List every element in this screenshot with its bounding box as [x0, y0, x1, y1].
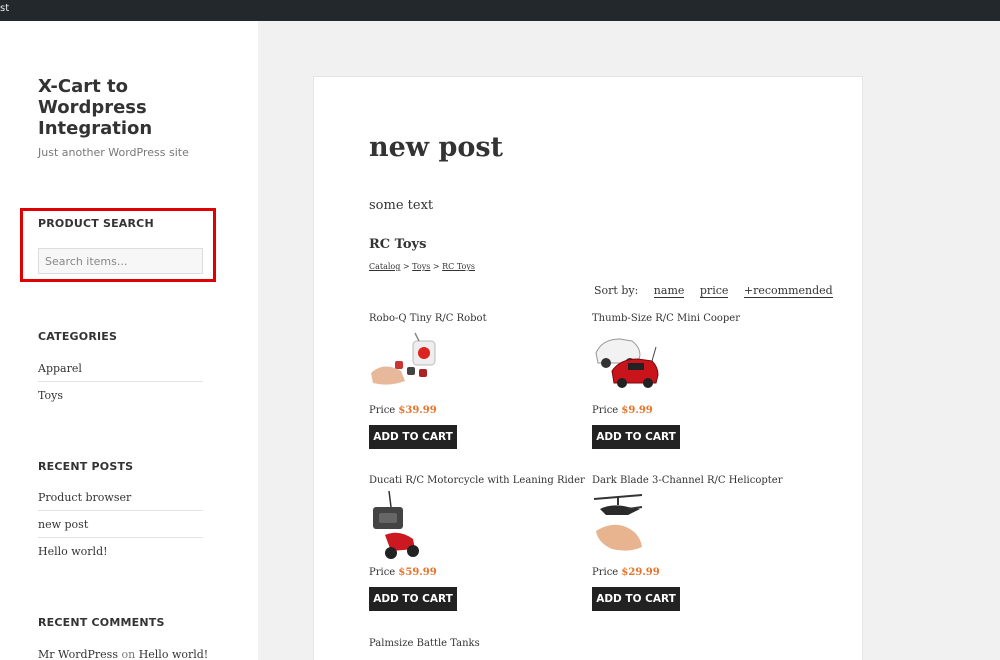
product-price: Price $9.99: [592, 405, 653, 416]
breadcrumb-separator: >: [402, 262, 410, 271]
price-label: Price: [369, 405, 396, 416]
breadcrumb-separator: >: [432, 262, 440, 271]
robot-toy-image[interactable]: [369, 331, 439, 391]
list-item[interactable]: new post: [38, 511, 203, 538]
price-value: $39.99: [398, 405, 437, 416]
product-name[interactable]: Palmsize Battle Tanks: [369, 638, 579, 649]
add-to-cart-button[interactable]: ADD TO CART: [369, 425, 457, 449]
product-price: Price $39.99: [369, 405, 437, 416]
sidebar: X-Cart to Wordpress Integration Just ano…: [0, 21, 258, 660]
recent-comments-title: RECENT COMMENTS: [38, 616, 165, 629]
list-item[interactable]: Toys: [38, 382, 203, 409]
motorcycle-toy-image[interactable]: [369, 491, 421, 561]
product-card: Robo-Q Tiny R/C Robot Price $39.99 ADD T…: [369, 313, 579, 449]
post-link[interactable]: Product browser: [38, 491, 131, 504]
categories-title: CATEGORIES: [38, 330, 118, 343]
sort-name[interactable]: name: [653, 284, 685, 298]
price-label: Price: [369, 567, 396, 578]
category-link-toys[interactable]: Toys: [38, 389, 63, 402]
site-title[interactable]: X-Cart to Wordpress Integration: [38, 76, 218, 139]
recent-posts-list: Product browser new post Hello world!: [38, 484, 203, 565]
product-search-title: PRODUCT SEARCH: [38, 217, 154, 230]
product-card: Dark Blade 3-Channel R/C Helicopter Pric…: [592, 475, 802, 611]
recent-comment: Mr WordPress on Hello world!: [38, 648, 208, 660]
comment-author[interactable]: Mr WordPress: [38, 648, 118, 660]
post-link[interactable]: Hello world!: [38, 545, 108, 558]
sort-recommended[interactable]: +recommended: [743, 284, 833, 298]
price-label: Price: [592, 405, 619, 416]
product-card: Thumb-Size R/C Mini Cooper Price $9.99 A…: [592, 313, 802, 449]
sort-price[interactable]: price: [699, 284, 729, 298]
breadcrumb-rc-toys[interactable]: RC Toys: [442, 262, 475, 271]
add-to-cart-button[interactable]: ADD TO CART: [592, 425, 680, 449]
product-card: Palmsize Battle Tanks: [369, 638, 579, 649]
add-to-cart-button[interactable]: ADD TO CART: [592, 587, 680, 611]
post-content: new post some text RC Toys Catalog > Toy…: [313, 76, 863, 660]
product-name[interactable]: Thumb-Size R/C Mini Cooper: [592, 313, 802, 324]
post-title: new post: [369, 132, 504, 163]
sort-bar: Sort by: name price +recommended: [594, 284, 833, 298]
post-text: some text: [369, 198, 434, 213]
recent-posts-title: RECENT POSTS: [38, 460, 134, 473]
price-value: $9.99: [621, 405, 653, 416]
sort-label: Sort by:: [594, 284, 639, 297]
comment-post-link[interactable]: Hello world!: [139, 648, 209, 660]
site-description: Just another WordPress site: [38, 146, 189, 159]
breadcrumb-catalog[interactable]: Catalog: [369, 262, 400, 271]
add-to-cart-button[interactable]: ADD TO CART: [369, 587, 457, 611]
categories-list: Apparel Toys: [38, 355, 203, 409]
admin-bar-text: st: [0, 3, 10, 14]
list-item[interactable]: Hello world!: [38, 538, 203, 565]
comment-on: on: [121, 648, 136, 660]
product-card: Ducati R/C Motorcycle with Leaning Rider…: [369, 475, 585, 611]
breadcrumb-toys[interactable]: Toys: [412, 262, 430, 271]
price-value: $59.99: [398, 567, 437, 578]
category-link-apparel[interactable]: Apparel: [38, 362, 82, 375]
product-price: Price $29.99: [592, 567, 660, 578]
product-name[interactable]: Dark Blade 3-Channel R/C Helicopter: [592, 475, 802, 486]
product-name[interactable]: Ducati R/C Motorcycle with Leaning Rider: [369, 475, 585, 486]
admin-bar: st: [0, 0, 1000, 21]
post-link[interactable]: new post: [38, 518, 88, 531]
category-title: RC Toys: [369, 237, 427, 252]
list-item[interactable]: Product browser: [38, 484, 203, 511]
helicopter-toy-image[interactable]: [592, 491, 648, 557]
list-item[interactable]: Apparel: [38, 355, 203, 382]
breadcrumb: Catalog > Toys > RC Toys: [369, 262, 475, 271]
product-name[interactable]: Robo-Q Tiny R/C Robot: [369, 313, 579, 324]
search-input[interactable]: [38, 248, 203, 274]
mini-cooper-toy-image[interactable]: [592, 331, 662, 393]
price-label: Price: [592, 567, 619, 578]
price-value: $29.99: [621, 567, 660, 578]
product-price: Price $59.99: [369, 567, 437, 578]
